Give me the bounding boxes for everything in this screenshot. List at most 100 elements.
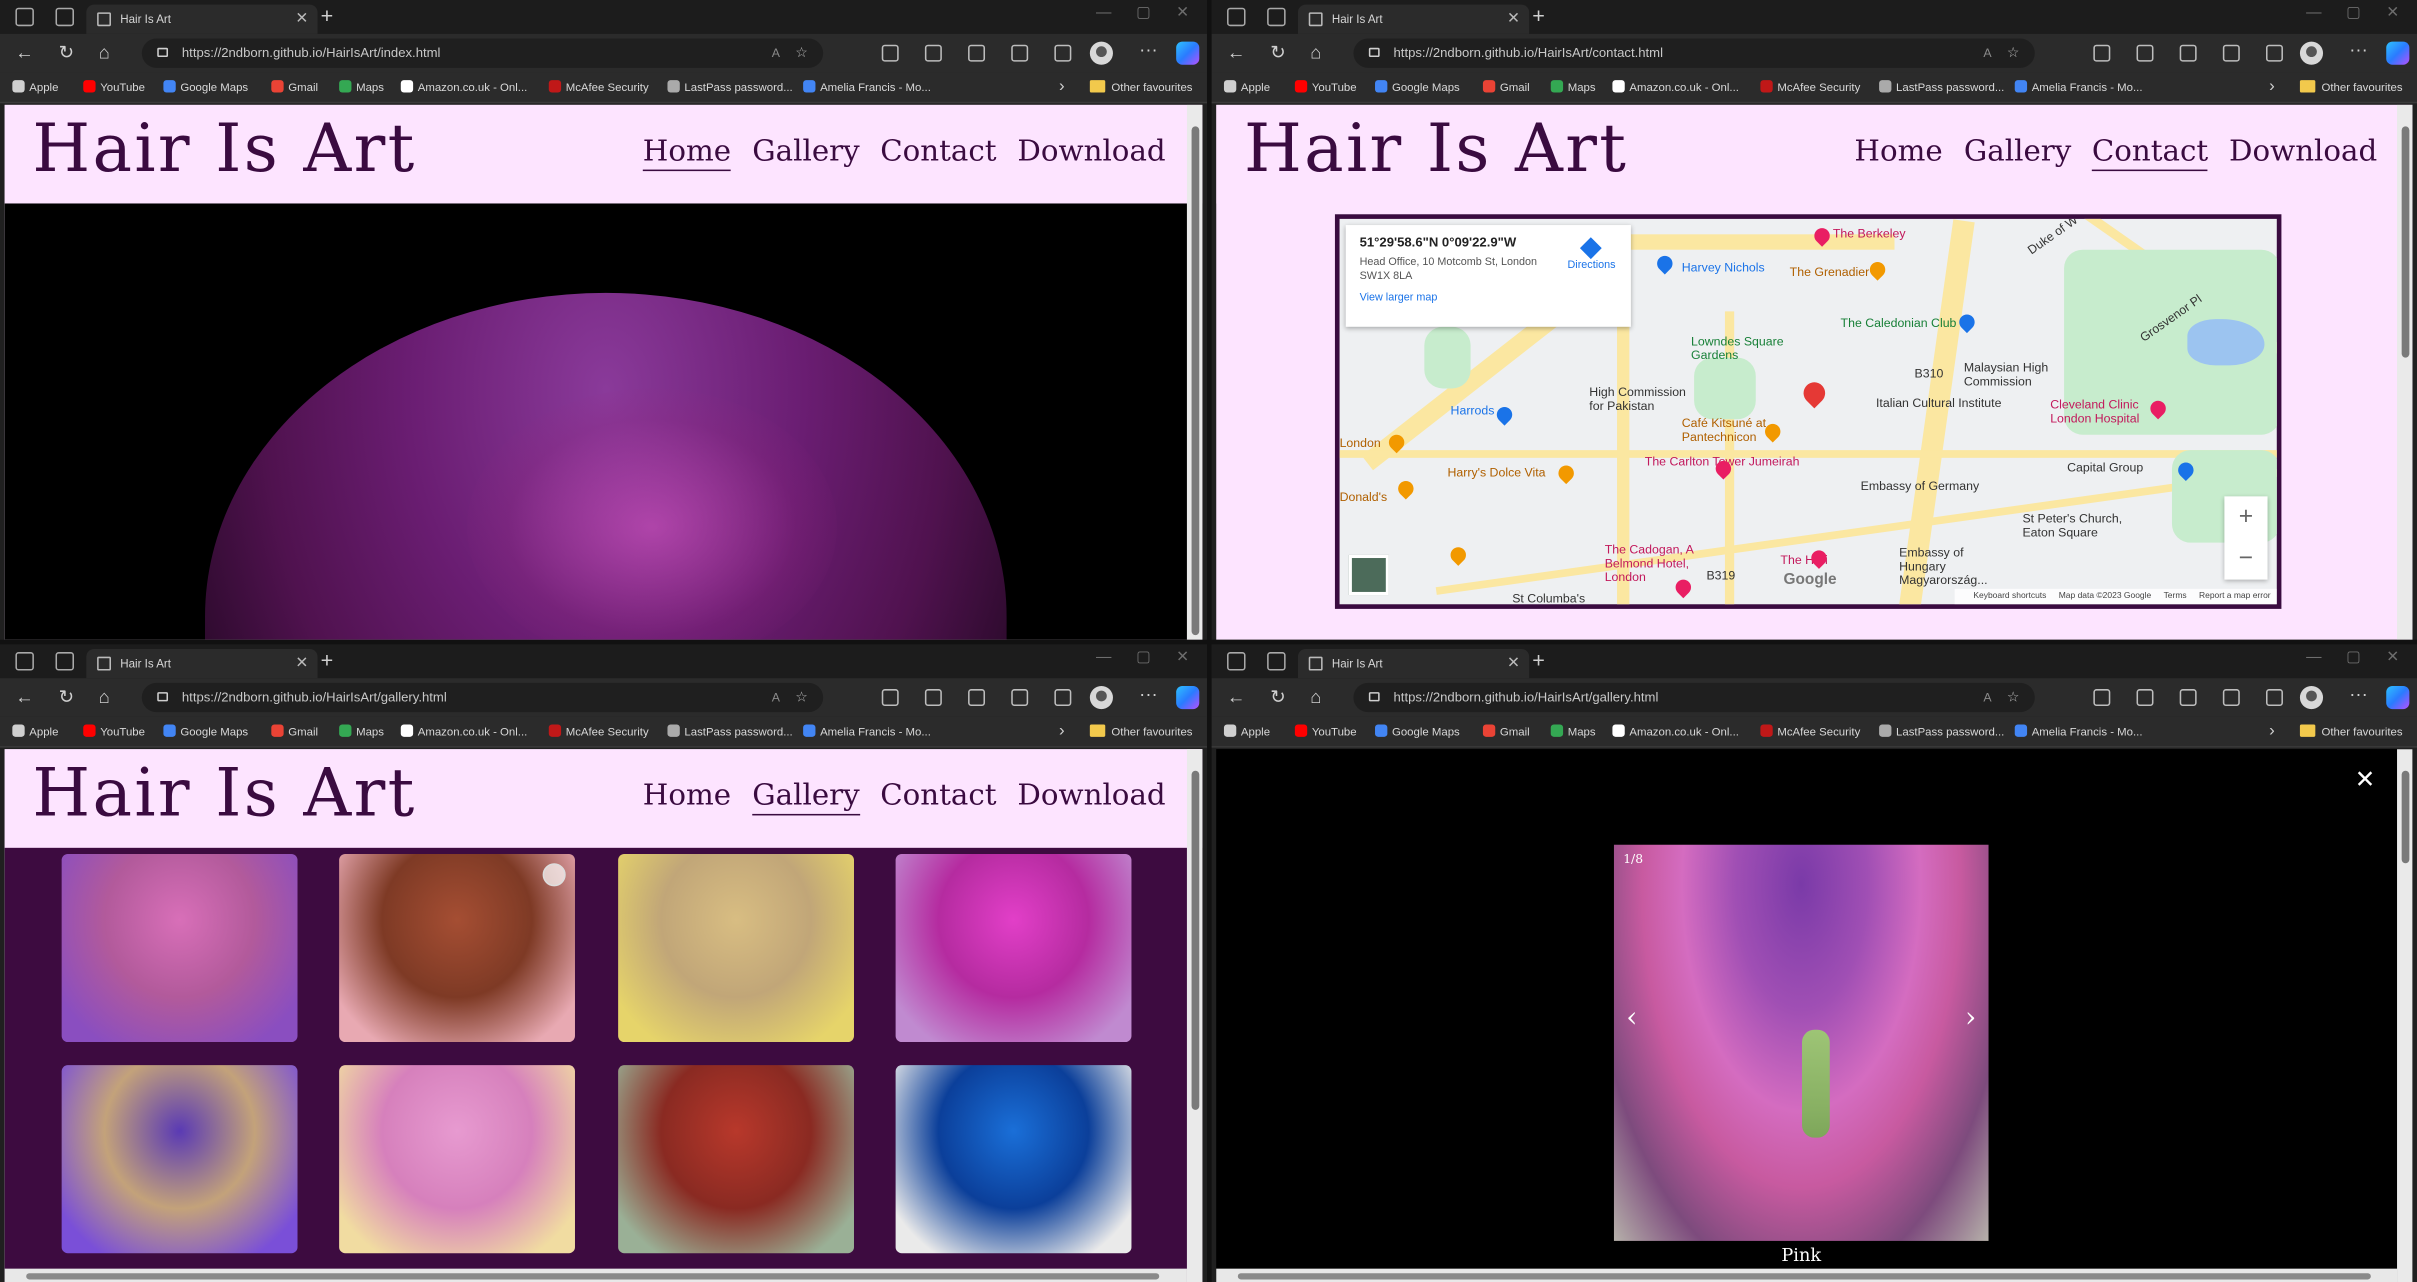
lightbox-overlay[interactable]: 1/8 ‹ › Pink ✕: [1216, 749, 2398, 1282]
map-place-label[interactable]: High Commission for Pakistan: [1589, 385, 1697, 413]
close-tab-icon[interactable]: ✕: [295, 649, 308, 678]
map-place-label[interactable]: Harrods: [1451, 404, 1495, 418]
favorites-icon[interactable]: [2179, 44, 2197, 62]
map-place-label[interactable]: Cleveland Clinic London Hospital: [2050, 398, 2158, 426]
more-bookmarks-chevron-icon[interactable]: ›: [1059, 721, 1065, 739]
bookmark-item[interactable]: Amazon.co.uk - Onl...: [400, 80, 527, 94]
gallery-thumbnail[interactable]: [61, 1065, 298, 1254]
bookmark-item[interactable]: McAfee Security: [1760, 80, 1860, 94]
close-tab-icon[interactable]: ✕: [1507, 5, 1520, 34]
bookmark-item[interactable]: Apple: [1223, 80, 1270, 94]
close-tab-icon[interactable]: ✕: [295, 5, 308, 34]
tab-actions-icon[interactable]: [1267, 7, 1286, 27]
nav-link-home[interactable]: Home: [643, 778, 731, 812]
read-aloud-icon[interactable]: A: [772, 39, 780, 68]
close-tab-icon[interactable]: ✕: [1507, 649, 1520, 678]
close-window-icon[interactable]: ✕: [2386, 5, 2399, 22]
horizontal-scrollbar[interactable]: [1216, 1268, 2398, 1282]
gallery-thumbnail[interactable]: [895, 1065, 1132, 1254]
gallery-thumbnail[interactable]: [895, 853, 1132, 1043]
bookmark-item[interactable]: Amazon.co.uk - Onl...: [1612, 724, 1739, 738]
nav-link-download[interactable]: Download: [2229, 134, 2377, 168]
back-icon[interactable]: ←: [15, 686, 33, 708]
new-tab-icon[interactable]: +: [321, 647, 334, 672]
gallery-thumbnail[interactable]: [61, 853, 298, 1043]
map-place-label[interactable]: Donald's: [1340, 490, 1388, 504]
profile-avatar[interactable]: [2299, 685, 2324, 710]
map-marker-icon[interactable]: [1555, 462, 1578, 485]
bookmark-item[interactable]: Google Maps: [1375, 80, 1460, 94]
tab-actions-icon[interactable]: [55, 652, 74, 671]
bookmark-item[interactable]: Apple: [1223, 724, 1270, 738]
nav-link-gallery[interactable]: Gallery: [752, 778, 860, 816]
copilot-icon[interactable]: [2386, 685, 2410, 710]
bookmark-item[interactable]: Amelia Francis - Mo...: [803, 80, 931, 94]
collections-icon[interactable]: [1011, 44, 1029, 62]
gallery-thumbnail[interactable]: [339, 853, 575, 1043]
lock-icon[interactable]: [1368, 47, 1380, 58]
refresh-icon[interactable]: ↻: [59, 42, 75, 64]
collections-icon[interactable]: [2222, 689, 2240, 707]
favorites-icon[interactable]: [968, 44, 986, 62]
map-place-label[interactable]: London: [1340, 436, 1381, 450]
close-icon[interactable]: ✕: [2355, 765, 2376, 796]
close-window-icon[interactable]: ✕: [1176, 5, 1189, 22]
bookmark-item[interactable]: LastPass password...: [1879, 724, 2004, 738]
bookmark-item[interactable]: LastPass password...: [667, 724, 793, 738]
map-marker-icon[interactable]: [1493, 403, 1516, 426]
map-place-label[interactable]: B310: [1915, 367, 1944, 381]
read-aloud-icon[interactable]: A: [1983, 683, 1991, 712]
vertical-scrollbar[interactable]: [2397, 104, 2413, 640]
nav-link-contact[interactable]: Contact: [880, 134, 996, 168]
map-marker-icon[interactable]: [1447, 544, 1470, 566]
bookmark-item[interactable]: Maps: [339, 80, 384, 94]
map-place-label[interactable]: The Grenadier: [1790, 265, 1870, 279]
nav-link-download[interactable]: Download: [1017, 778, 1165, 812]
new-tab-icon[interactable]: +: [1532, 647, 1545, 672]
zoom-in-button[interactable]: +: [2224, 496, 2267, 538]
bookmark-item[interactable]: Google Maps: [163, 80, 248, 94]
map-attribution-link[interactable]: Report a map error: [2199, 592, 2271, 601]
favorites-icon[interactable]: [2179, 689, 2197, 707]
maximize-icon[interactable]: ▢: [2346, 649, 2361, 666]
bookmark-item[interactable]: McAfee Security: [548, 724, 649, 738]
map-place-label[interactable]: Capital Group: [2067, 461, 2143, 475]
bookmark-item[interactable]: Gmail: [1482, 724, 1530, 738]
map-place-label[interactable]: Harvey Nichols: [1682, 261, 1765, 275]
address-bar[interactable]: https://2ndborn.github.io/HairIsArt/cont…: [1353, 38, 2035, 68]
extensions-icon[interactable]: [2093, 44, 2111, 62]
map-place-label[interactable]: The Caledonian Club: [1841, 316, 1957, 330]
browser-essentials-icon[interactable]: [1054, 44, 1072, 62]
split-screen-icon[interactable]: [924, 689, 942, 707]
map-marker-icon[interactable]: [1866, 258, 1889, 281]
bookmark-item[interactable]: Apple: [12, 724, 58, 738]
bookmark-item[interactable]: YouTube: [1294, 80, 1357, 94]
bookmark-item[interactable]: Amazon.co.uk - Onl...: [400, 724, 527, 738]
refresh-icon[interactable]: ↻: [1270, 686, 1286, 708]
vertical-scrollbar[interactable]: [2397, 749, 2413, 1282]
map-place-label[interactable]: The Cadogan, A Belmond Hotel, London: [1605, 543, 1713, 585]
back-icon[interactable]: ←: [1227, 42, 1245, 64]
tab-actions-icon[interactable]: [1267, 652, 1286, 671]
zoom-out-button[interactable]: −: [2224, 538, 2267, 580]
horizontal-scrollbar[interactable]: [4, 1268, 1187, 1282]
lock-icon[interactable]: [157, 47, 169, 58]
browser-essentials-icon[interactable]: [1054, 689, 1072, 707]
address-bar[interactable]: https://2ndborn.github.io/HairIsArt/gall…: [1353, 682, 2035, 713]
more-bookmarks-chevron-icon[interactable]: ›: [2269, 77, 2275, 95]
scrollbar-thumb[interactable]: [1237, 1273, 2371, 1280]
map-place-label[interactable]: B319: [1706, 569, 1735, 583]
map-attribution-link[interactable]: Terms: [2164, 592, 2187, 601]
more-bookmarks-chevron-icon[interactable]: ›: [2269, 721, 2275, 739]
map-place-label[interactable]: The Berkeley: [1833, 227, 1906, 241]
profile-avatar[interactable]: [1089, 685, 1113, 710]
bookmark-item[interactable]: LastPass password...: [1879, 80, 2004, 94]
site-logo[interactable]: Hair Is Art: [32, 755, 416, 832]
map-place-label[interactable]: Embassy of Hungary Magyarország...: [1899, 546, 2007, 588]
home-icon[interactable]: ⌂: [1310, 42, 1321, 64]
collections-icon[interactable]: [1011, 689, 1029, 707]
bookmark-item[interactable]: YouTube: [1294, 724, 1357, 738]
vertical-scrollbar[interactable]: [1186, 749, 1203, 1282]
bookmark-item[interactable]: Gmail: [271, 80, 318, 94]
favorite-star-icon[interactable]: ☆: [2007, 683, 2019, 712]
